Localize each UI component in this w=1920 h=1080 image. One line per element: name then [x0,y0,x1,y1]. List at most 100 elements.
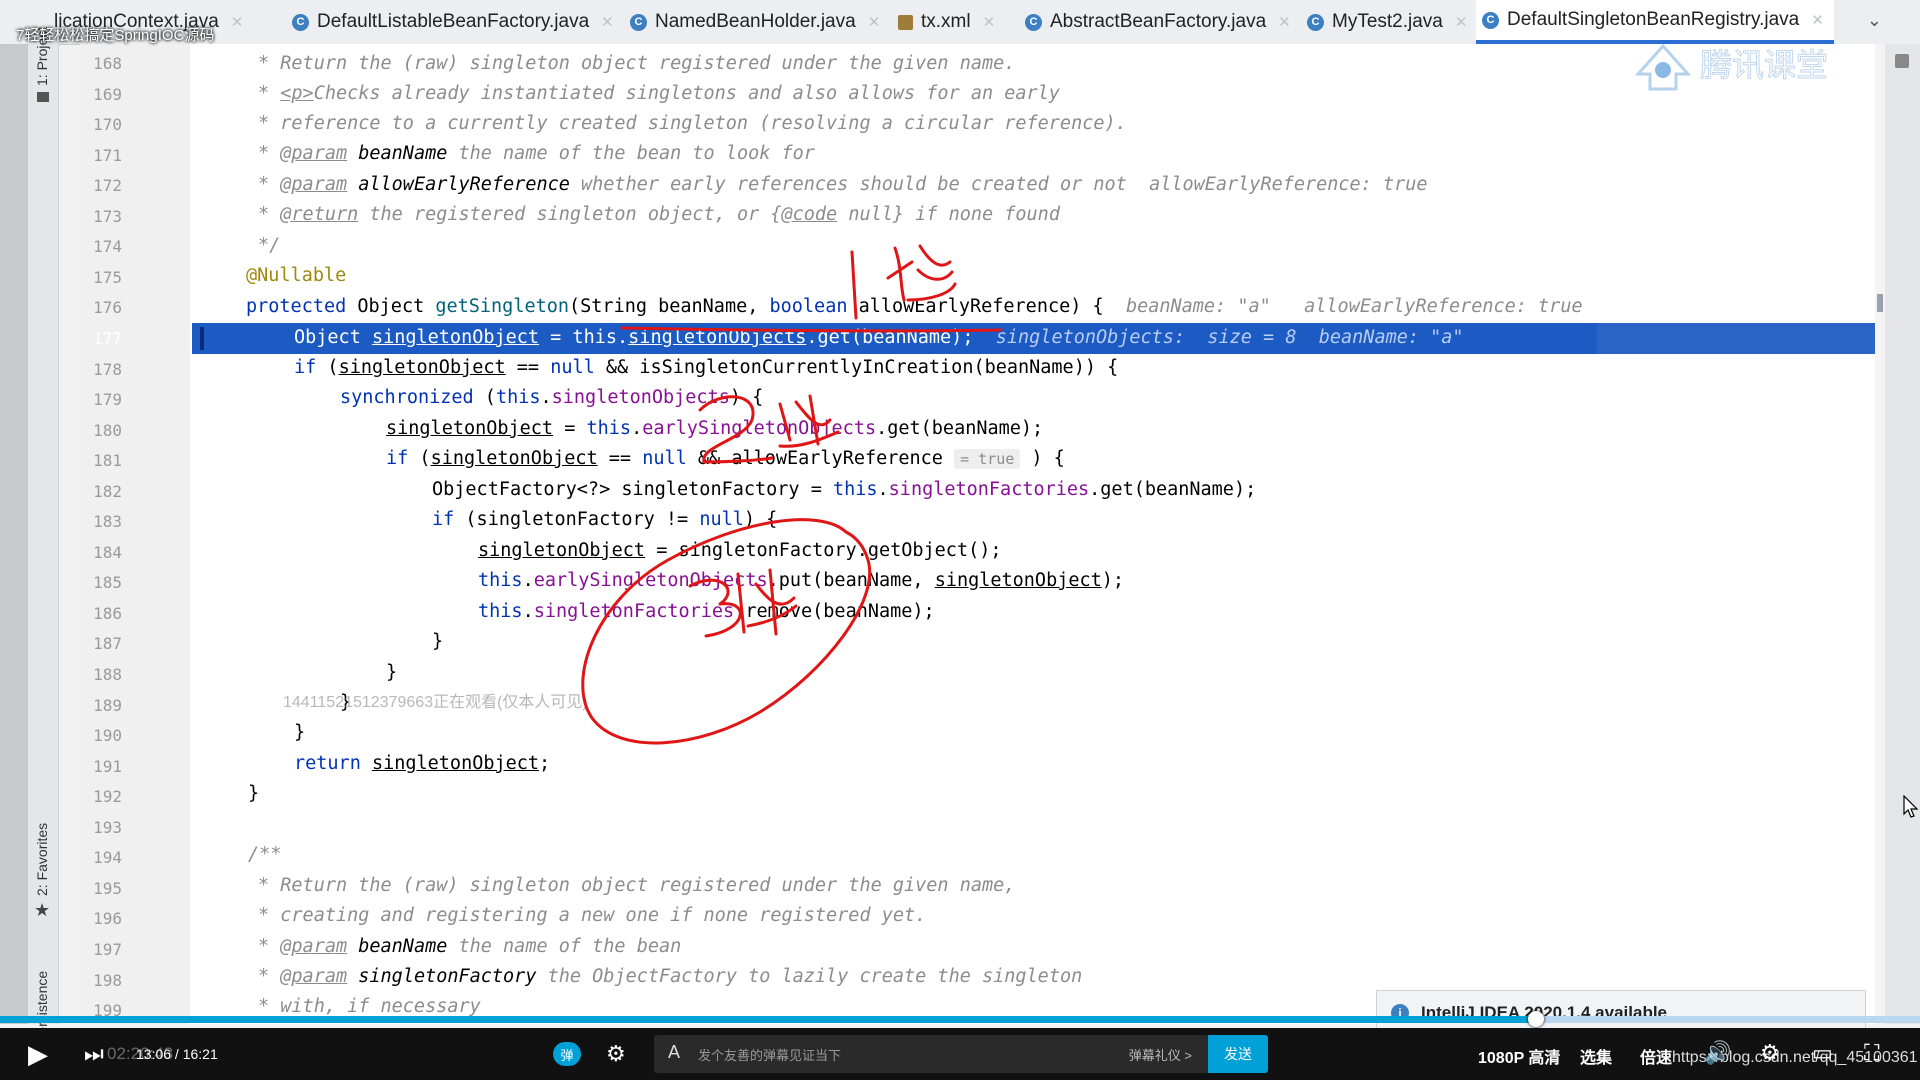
tab-abstract-bean-factory[interactable]: C AbstractBeanFactory.java ✕ [1025,0,1291,44]
code-line-198: * @param singletonFactory the ObjectFact… [258,966,1083,987]
close-icon[interactable]: ✕ [983,13,996,31]
line-number: 169 [93,84,122,104]
code-line-194: /** [248,844,282,865]
line-number: 197 [93,939,122,959]
line-number: 189 [93,695,122,715]
video-title: 7轻轻松松搞定SpringIOC源码 [16,27,215,44]
code-line-173: * @return the registered singleton objec… [258,204,1060,225]
line-number: 182 [93,481,122,501]
java-class-icon: C [1482,11,1499,29]
line-number: 180 [93,420,122,440]
close-icon[interactable]: ✕ [601,13,614,31]
close-icon[interactable]: ✕ [868,13,881,31]
code-line-172: * @param allowEarlyReference whether ear… [258,174,1428,195]
code-line-169: * <p>Checks already instantiated singlet… [258,83,1060,104]
quality-button[interactable]: 1080P 高清 [1478,1044,1560,1068]
tab-default-listable-bean-factory[interactable]: C DefaultListableBeanFactory.java ✕ [292,0,614,44]
volume-icon[interactable]: 🔊 [1704,1040,1731,1066]
xml-file-icon [898,14,913,30]
code-line-171: * @param beanName the name of the bean t… [258,143,815,164]
code-line-176: protected Object getSingleton(String bea… [246,296,1583,317]
next-icon[interactable]: ⏭ [84,1028,104,1080]
speed-button[interactable]: 倍速 [1640,1044,1672,1068]
line-number: 191 [93,756,122,776]
scroll-thumb[interactable] [1877,294,1883,312]
line-number: 170 [93,115,122,135]
tab-label: DefaultListableBeanFactory.java [317,11,590,32]
code-line-185: this.earlySingletonObjects.put(beanName,… [478,570,1125,591]
code-line-190: } [294,722,306,743]
code-line-174: */ [258,235,281,256]
settings-icon[interactable]: ⚙ [1760,1040,1780,1066]
line-number: 193 [93,817,122,837]
java-class-icon: C [292,13,309,31]
video-progress-bar[interactable] [0,1011,1920,1027]
code-line-192: } [248,783,260,804]
caret [200,327,204,350]
danmaku-input[interactable]: A 发个友善的弹幕见证当下 弹幕礼仪 > [654,1035,1210,1073]
execution-point-line-end [1597,323,1875,354]
close-icon[interactable]: ✕ [1811,11,1824,29]
tab-named-bean-holder[interactable]: C NamedBeanHolder.java ✕ [630,0,880,44]
fullscreen-icon[interactable]: ⛶ [1864,1040,1879,1066]
code-line-168: * Return the (raw) singleton object regi… [258,53,1016,74]
episodes-button[interactable]: 选集 [1580,1044,1612,1068]
line-number: 173 [93,206,122,226]
editor-scrollbar[interactable] [1875,44,1885,1024]
java-class-icon: C [630,13,647,31]
play-icon[interactable]: ▶ [28,1028,48,1080]
line-number: 176 [93,298,122,318]
tab-my-test2[interactable]: C MyTest2.java ✕ [1307,0,1467,44]
code-line-178: if (singletonObject == null && isSinglet… [294,357,1119,378]
java-class-icon: C [1025,13,1042,31]
code-line-186: this.singletonFactories.remove(beanName)… [478,601,935,622]
line-number: 172 [93,176,122,196]
code-line-179: synchronized (this.singletonObjects) { [340,387,764,408]
tab-label: tx.xml [921,11,971,32]
line-number: 198 [93,970,122,990]
line-number: 184 [93,542,122,562]
tab-label: AbstractBeanFactory.java [1050,11,1267,32]
code-line-197: * @param beanName the name of the bean [258,936,682,957]
line-number: 179 [93,390,122,410]
code-line-187: } [432,631,444,652]
line-number: 194 [93,848,122,868]
close-icon[interactable]: ✕ [1278,13,1291,31]
code-line-183: if (singletonFactory != null) { [432,509,778,530]
tab-label: MyTest2.java [1332,11,1443,32]
danmaku-etiquette-link[interactable]: 弹幕礼仪 > [1129,1045,1192,1064]
danmaku-settings-icon[interactable]: ⚙ [606,1028,626,1080]
danmaku-toggle-icon[interactable]: 弹 [553,1028,581,1080]
logo-text: 腾讯课堂 [1700,46,1828,84]
close-icon[interactable]: ✕ [231,13,244,31]
line-number: 171 [93,145,122,165]
line-number: 175 [93,267,122,287]
picture-in-picture-icon[interactable]: ▭ [1812,1040,1833,1066]
debug-value-hint: singletonObjects: size = 8 beanName: "a" [995,327,1464,348]
code-line-195: * Return the (raw) singleton object regi… [258,875,1016,896]
line-number: 192 [93,787,122,807]
line-number: 178 [93,359,122,379]
mouse-cursor-icon [1903,795,1919,818]
close-icon[interactable]: ✕ [1455,13,1468,31]
tencent-classroom-logo: 腾讯课堂 [1634,43,1829,91]
line-number: 183 [93,512,122,532]
code-line-180: singletonObject = this.earlySingletonObj… [386,418,1044,439]
debug-value-hint: beanName: "a" allowEarlyReference: true [1125,296,1583,317]
code-line-175: @Nullable [246,265,347,286]
progress-fill [0,1016,1536,1023]
ide-window: licationContext.java ✕ C DefaultListableBe… [0,0,1920,1080]
time-display: 13:06 / 16:21 [136,1046,218,1062]
line-number: 186 [93,603,122,623]
line-number: 174 [93,237,122,257]
chevron-down-icon[interactable]: ⌄ [1867,10,1882,31]
line-number: 181 [93,451,122,471]
code-line-177: Object singletonObject = this.singletonO… [294,327,1464,348]
progress-thumb[interactable] [1528,1011,1544,1027]
code-line-191: return singletonObject; [294,753,551,774]
line-number: 177 [93,328,122,348]
inline-value-hint: = true [954,449,1021,469]
tab-tx-xml[interactable]: tx.xml ✕ [898,0,995,44]
send-button[interactable]: 发送 [1208,1035,1268,1073]
text-style-icon[interactable]: A [668,1042,680,1063]
